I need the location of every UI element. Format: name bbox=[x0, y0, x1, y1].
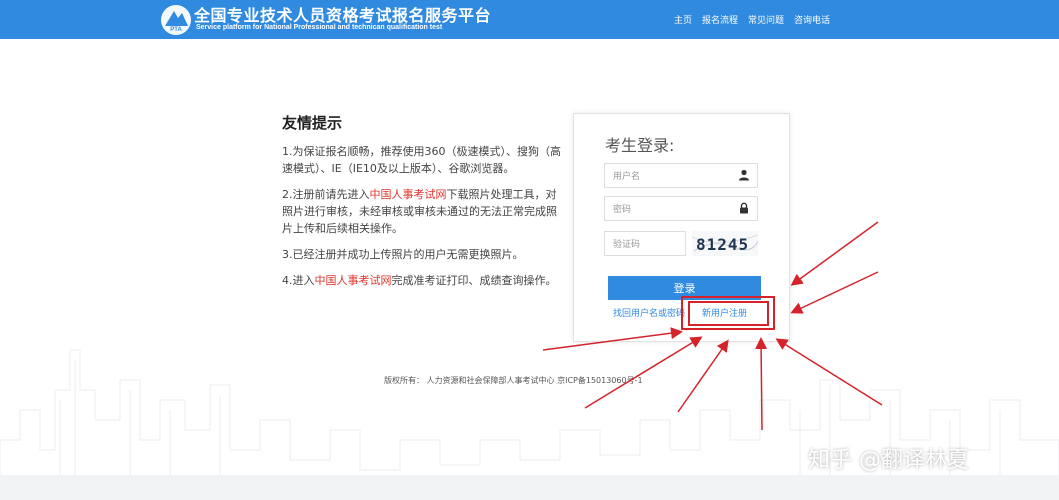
captcha-image[interactable]: 81245 bbox=[692, 231, 758, 256]
captcha-code: 81245 bbox=[696, 235, 749, 254]
nav-registration-process[interactable]: 报名流程 bbox=[702, 13, 738, 26]
forgot-credentials-link[interactable]: 找回用户名或密码 bbox=[613, 306, 685, 319]
logo-icon[interactable]: PTA bbox=[160, 4, 192, 36]
cpta-link[interactable]: 中国人事考试网 bbox=[370, 188, 447, 201]
captcha-field bbox=[604, 231, 686, 257]
lock-icon bbox=[740, 202, 748, 214]
login-title: 考生登录: bbox=[605, 136, 675, 155]
arrow-1 bbox=[790, 221, 879, 286]
tip-4: 4.进入中国人事考试网完成准考证打印、成绩查询操作。 bbox=[282, 272, 562, 289]
tips-title: 友情提示 bbox=[282, 114, 343, 132]
top-header: PTA 全国专业技术人员资格考试报名服务平台 Service platform … bbox=[0, 0, 1059, 39]
nav-home[interactable]: 主页 bbox=[674, 13, 692, 26]
username-field bbox=[604, 163, 758, 189]
nav-faq[interactable]: 常见问题 bbox=[748, 13, 784, 26]
top-nav: 主页 报名流程 常见问题 咨询电话 bbox=[674, 13, 830, 26]
site-title: 全国专业技术人员资格考试报名服务平台 bbox=[194, 6, 492, 25]
tip-1: 1.为保证报名顺畅，推荐使用360（极速模式）、搜狗（高速模式）、IE（IE10… bbox=[282, 145, 561, 175]
site-subtitle: Service platform for National Profession… bbox=[196, 24, 443, 31]
copyright-text: 版权所有： 人力资源和社会保障部人事考试中心 京ICP备15013060号-1 bbox=[384, 376, 643, 385]
username-input[interactable] bbox=[605, 165, 725, 189]
password-field bbox=[604, 196, 758, 222]
tip-3: 3.已经注册并成功上传照片的用户无需更换照片。 bbox=[282, 248, 524, 261]
cpta-link[interactable]: 中国人事考试网 bbox=[315, 274, 392, 287]
tip-4-prefix: 4.进入 bbox=[282, 274, 315, 287]
tips-panel: 友情提示 1.为保证报名顺畅，推荐使用360（极速模式）、搜狗（高速模式）、IE… bbox=[282, 112, 562, 298]
highlight-box-inner bbox=[688, 301, 769, 326]
tip-4-suffix: 完成准考证打印、成绩查询操作。 bbox=[391, 274, 557, 287]
password-input[interactable] bbox=[605, 198, 725, 222]
login-panel: 考生登录: 81245 登录 找回用户名或密码 新用户注册 bbox=[573, 113, 790, 342]
tip-2: 2.注册前请先进入中国人事考试网下载照片处理工具，对照片进行审核，未经审核或审核… bbox=[282, 186, 562, 237]
nav-contact-phone[interactable]: 咨询电话 bbox=[794, 13, 830, 26]
tip-2-prefix: 2.注册前请先进入 bbox=[282, 188, 370, 201]
zhihu-watermark: 知乎 @翻译林夏 bbox=[808, 448, 969, 473]
user-icon bbox=[739, 169, 749, 181]
logo-text: PTA bbox=[170, 27, 182, 33]
captcha-input[interactable] bbox=[605, 233, 683, 257]
